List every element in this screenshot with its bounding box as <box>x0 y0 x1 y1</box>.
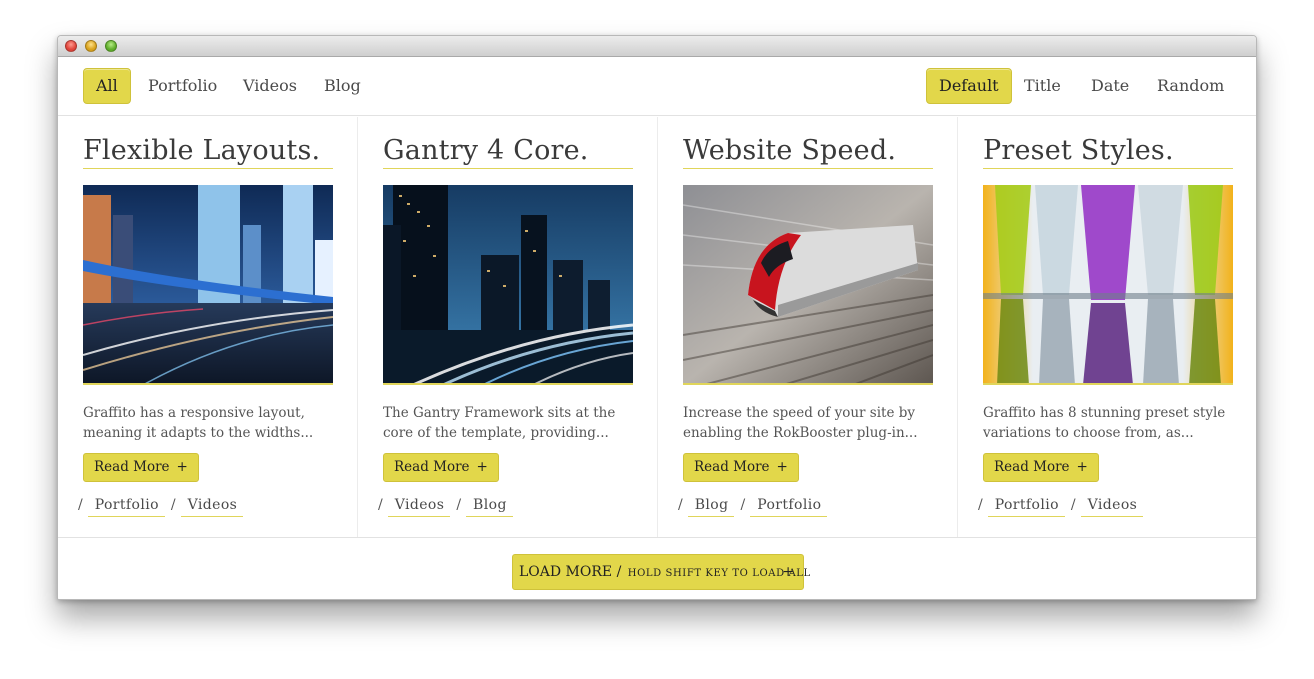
read-more-label: Read More <box>994 459 1070 475</box>
skyscrapers-light-trails-photo[interactable] <box>383 185 633 385</box>
read-more-label: Read More <box>694 459 770 475</box>
minimize-window-icon[interactable] <box>85 40 97 52</box>
tag-link[interactable]: Blog <box>687 497 735 517</box>
filter-videos[interactable]: Videos <box>231 68 309 104</box>
sort-title[interactable]: Title <box>1012 68 1073 104</box>
browser-window: All Portfolio Videos Blog Default Title … <box>57 35 1257 600</box>
tag-list: / Portfolio / Videos <box>78 497 249 517</box>
tag-link[interactable]: Blog <box>466 497 513 517</box>
plus-icon: + <box>782 564 794 580</box>
plus-icon: + <box>1076 459 1088 475</box>
tag-list: / Blog / Portfolio <box>678 497 833 517</box>
card-excerpt-line: Graffito has 8 stunning preset style <box>983 405 1226 421</box>
plus-icon: + <box>776 459 788 475</box>
card-excerpt-line: The Gantry Framework sits at the <box>383 405 616 421</box>
tag-separator: / <box>456 497 462 513</box>
colored-glasses-photo[interactable] <box>983 185 1233 385</box>
card-excerpt: Increase the speed of your site by enabl… <box>683 403 938 443</box>
tag-separator: / <box>78 497 83 513</box>
tag-separator: / <box>678 497 683 513</box>
portfolio-card: Website Speed. Increase the speed of you… <box>658 117 958 537</box>
tag-link[interactable]: Portfolio <box>750 497 828 517</box>
card-excerpt-line: core of the template, providing... <box>383 425 609 441</box>
window-titlebar <box>58 36 1256 57</box>
tag-link[interactable]: Videos <box>1080 497 1144 517</box>
tag-list: / Portfolio / Videos <box>978 497 1149 517</box>
tag-separator: / <box>1070 497 1076 513</box>
read-more-button[interactable]: Read More + <box>683 453 799 482</box>
tag-separator: / <box>170 497 176 513</box>
card-title[interactable]: Website Speed. <box>683 135 933 169</box>
tag-link[interactable]: Videos <box>387 497 451 517</box>
plus-icon: + <box>176 459 188 475</box>
portfolio-card: Flexible Layouts. Graffito has a respons… <box>58 117 358 537</box>
card-excerpt: Graffito has 8 stunning preset style var… <box>983 403 1238 443</box>
read-more-button[interactable]: Read More + <box>83 453 199 482</box>
plus-icon: + <box>476 459 488 475</box>
card-title[interactable]: Gantry 4 Core. <box>383 135 633 169</box>
zoom-window-icon[interactable] <box>105 40 117 52</box>
load-more-bar: LOAD MORE / HOLD SHIFT KEY TO LOAD ALL + <box>58 537 1256 599</box>
read-more-button[interactable]: Read More + <box>383 453 499 482</box>
tag-list: / Videos / Blog <box>378 497 519 517</box>
card-title[interactable]: Flexible Layouts. <box>83 135 333 169</box>
filter-blog[interactable]: Blog <box>312 68 373 104</box>
card-excerpt-line: Graffito has a responsive layout, <box>83 405 305 421</box>
portfolio-card: Gantry 4 Core. The Gantry Framework sits… <box>358 117 658 537</box>
filter-bar: All Portfolio Videos Blog Default Title … <box>58 57 1256 116</box>
card-excerpt-line: meaning it adapts to the widths... <box>83 425 314 441</box>
tag-link[interactable]: Portfolio <box>87 497 165 517</box>
read-more-label: Read More <box>394 459 470 475</box>
filter-portfolio[interactable]: Portfolio <box>136 68 229 104</box>
close-window-icon[interactable] <box>65 40 77 52</box>
high-speed-train-photo[interactable] <box>683 185 933 385</box>
card-title[interactable]: Preset Styles. <box>983 135 1233 169</box>
city-highway-night-photo[interactable] <box>83 185 333 385</box>
read-more-label: Read More <box>94 459 170 475</box>
tag-link[interactable]: Videos <box>180 497 244 517</box>
tag-link[interactable]: Portfolio <box>987 497 1065 517</box>
card-excerpt: Graffito has a responsive layout, meanin… <box>83 403 338 443</box>
card-excerpt-line: Increase the speed of your site by <box>683 405 915 421</box>
card-excerpt-line: variations to choose from, as... <box>983 425 1194 441</box>
sort-default[interactable]: Default <box>926 68 1012 104</box>
load-more-label: LOAD MORE / <box>519 564 622 580</box>
load-more-button[interactable]: LOAD MORE / HOLD SHIFT KEY TO LOAD ALL + <box>512 554 810 590</box>
read-more-button[interactable]: Read More + <box>983 453 1099 482</box>
tag-separator: / <box>740 497 746 513</box>
portfolio-card: Preset Styles. Graffito has 8 stunning p… <box>958 117 1256 537</box>
tag-separator: / <box>978 497 983 513</box>
card-excerpt: The Gantry Framework sits at the core of… <box>383 403 638 443</box>
filter-all[interactable]: All <box>83 68 131 104</box>
sort-random[interactable]: Random <box>1145 68 1236 104</box>
tag-separator: / <box>378 497 383 513</box>
portfolio-grid: Flexible Layouts. Graffito has a respons… <box>58 117 1256 537</box>
card-excerpt-line: enabling the RokBooster plug-in... <box>683 425 918 441</box>
sort-date[interactable]: Date <box>1079 68 1141 104</box>
